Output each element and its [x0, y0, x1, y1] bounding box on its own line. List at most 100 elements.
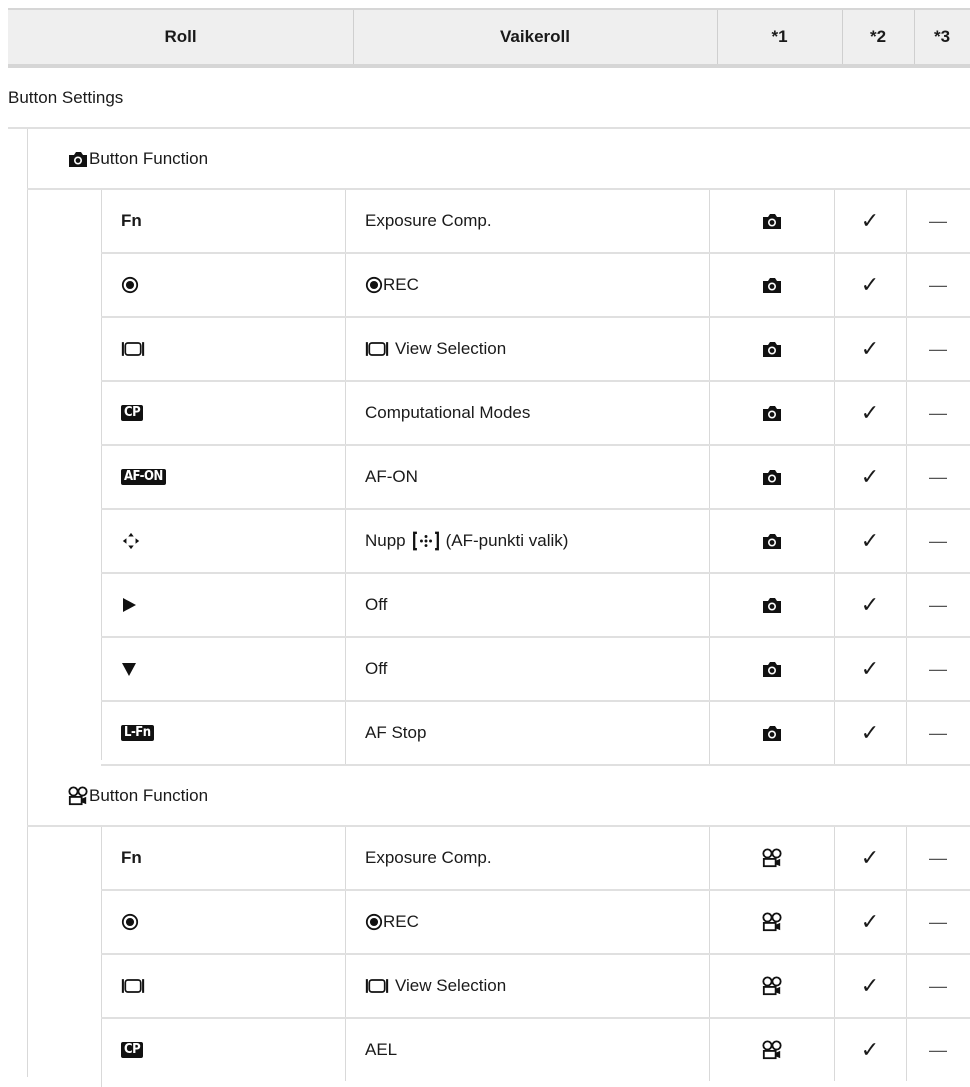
view-selection-icon — [365, 340, 389, 358]
play-right-icon — [121, 597, 137, 613]
dash-mark: — — [929, 1039, 947, 1060]
row-value: REC — [383, 912, 419, 931]
settings-table: Roll Vaikeroll *1 *2 *3 Button Settings … — [8, 8, 970, 1087]
row-value: (AF-punkti valik) — [445, 531, 569, 550]
button-settings-group: Button Function Fn Exposure Comp. ✓ — RE… — [8, 129, 970, 1087]
row-value: AEL — [365, 1040, 398, 1059]
table-row: AF-ON AF-ON ✓ — — [101, 446, 970, 510]
movie-button-function-row: Button Function — [27, 766, 970, 827]
check-mark: ✓ — [860, 1037, 880, 1062]
check-mark: ✓ — [860, 720, 880, 745]
table-row: Off ✓ — — [101, 574, 970, 638]
table-row: View Selection ✓ — — [101, 955, 970, 1019]
button-settings-label: Button Settings — [8, 87, 124, 107]
dash-mark: — — [929, 210, 947, 231]
movie-camera-icon — [761, 848, 783, 868]
check-mark: ✓ — [860, 208, 880, 233]
row-value: Off — [365, 659, 388, 678]
four-way-arrows-icon — [121, 531, 141, 551]
row-value: Exposure Comp. — [365, 211, 492, 230]
check-mark: ✓ — [860, 528, 880, 553]
camera-icon — [761, 596, 783, 614]
check-mark: ✓ — [860, 336, 880, 361]
movie-button-function-label: Button Function — [89, 785, 209, 805]
table-row: Nupp (AF-punkti valik) ✓ — — [101, 510, 970, 574]
table-row: Fn Exposure Comp. ✓ — — [101, 190, 970, 254]
row-value: View Selection — [395, 339, 507, 358]
button-settings-row: Button Settings — [8, 68, 970, 129]
check-mark: ✓ — [860, 845, 880, 870]
table-header: Roll Vaikeroll *1 *2 *3 — [8, 8, 970, 68]
check-mark: ✓ — [860, 973, 880, 998]
movie-camera-icon — [761, 1040, 783, 1060]
dash-mark: — — [929, 594, 947, 615]
check-mark: ✓ — [860, 400, 880, 425]
view-selection-icon — [121, 977, 145, 995]
check-mark: ✓ — [860, 592, 880, 617]
row-value: AF-ON — [365, 467, 418, 486]
dash-mark: — — [929, 975, 947, 996]
dash-mark: — — [929, 466, 947, 487]
photo-rows: Fn Exposure Comp. ✓ — REC ✓ — View Selec… — [27, 190, 970, 766]
photo-button-function-label: Button Function — [89, 148, 209, 168]
view-selection-icon — [121, 340, 145, 358]
row-value: Exposure Comp. — [365, 848, 492, 867]
view-selection-icon — [365, 977, 389, 995]
table-row: L-Fn AF Stop ✓ — — [101, 702, 970, 766]
movie-rows: Fn Exposure Comp. ✓ — REC ✓ — View Selec… — [27, 827, 970, 1087]
dash-mark: — — [929, 911, 947, 932]
table-row: CP AEL ✓ — — [101, 1019, 970, 1083]
rec-icon — [365, 276, 383, 294]
movie-camera-icon — [761, 976, 783, 996]
rec-icon — [121, 913, 139, 931]
header-col-1: *1 — [771, 27, 788, 46]
movie-camera-icon — [761, 912, 783, 932]
check-mark: ✓ — [860, 656, 880, 681]
camera-icon — [761, 340, 783, 358]
photo-button-function-row: Button Function — [27, 129, 970, 190]
dash-mark: — — [929, 338, 947, 359]
table-row: REC ✓ — — [101, 254, 970, 318]
camera-icon — [761, 468, 783, 486]
dash-mark: — — [929, 402, 947, 423]
af-point-icon — [412, 531, 440, 551]
movie-camera-icon — [67, 786, 89, 806]
fn-key: Fn — [121, 211, 142, 230]
camera-icon — [761, 724, 783, 742]
row-value: AF Stop — [365, 723, 427, 742]
header-col-3: *3 — [933, 27, 951, 46]
triangle-down-icon — [121, 661, 137, 677]
table-row: CP Computational Modes ✓ — — [101, 382, 970, 446]
l-fn-badge: L-Fn — [121, 725, 154, 741]
rec-icon — [121, 276, 139, 294]
check-mark: ✓ — [860, 272, 880, 297]
dash-mark: — — [929, 530, 947, 551]
rec-icon — [365, 913, 383, 931]
row-value: REC — [383, 275, 419, 294]
dash-mark: — — [929, 722, 947, 743]
row-value: Computational Modes — [365, 403, 531, 422]
header-vaikeroll: Vaikeroll — [500, 27, 570, 46]
row-value-prefix: Nupp — [365, 531, 406, 550]
camera-icon — [761, 404, 783, 422]
cp-badge: CP — [121, 405, 144, 421]
cp-badge: CP — [121, 1042, 144, 1058]
header-col-2: *2 — [869, 27, 887, 46]
row-value: View Selection — [395, 976, 507, 995]
table-row: Fn Exposure Comp. ✓ — — [101, 827, 970, 891]
row-value: Off — [365, 595, 388, 614]
check-mark: ✓ — [860, 909, 880, 934]
table-row: View Selection ✓ — — [101, 318, 970, 382]
table-row: REC ✓ — — [101, 891, 970, 955]
af-on-badge: AF-ON — [121, 469, 166, 485]
header-roll: Roll — [164, 27, 197, 46]
dash-mark: — — [929, 847, 947, 868]
fn-key: Fn — [121, 848, 142, 867]
camera-icon — [761, 276, 783, 294]
check-mark: ✓ — [860, 464, 880, 489]
camera-icon — [761, 660, 783, 678]
dash-mark: — — [929, 658, 947, 679]
camera-icon — [761, 212, 783, 230]
table-row: Off ✓ — — [101, 638, 970, 702]
camera-icon — [761, 532, 783, 550]
